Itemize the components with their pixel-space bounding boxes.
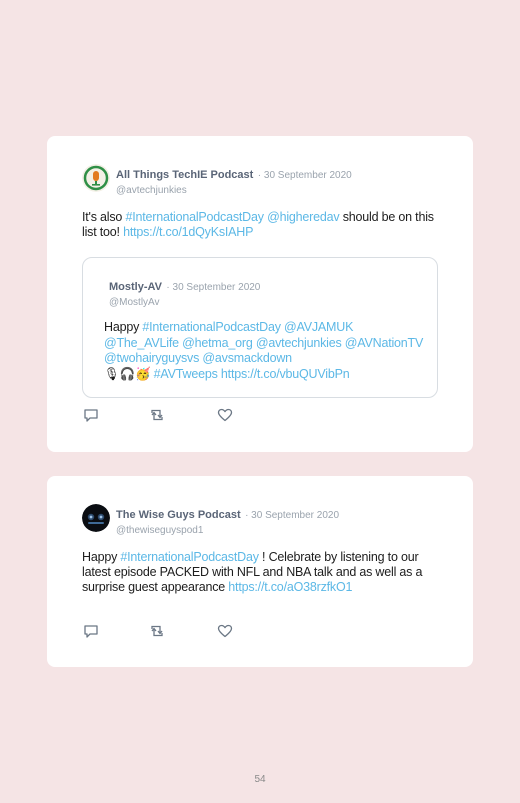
url-link[interactable]: https://t.co/aO38rzfkO1	[228, 580, 352, 594]
podcast-logo-icon	[82, 504, 110, 532]
author-handle[interactable]: @avtechjunkies	[116, 185, 352, 196]
author-handle[interactable]: @thewiseguyspod1	[116, 525, 339, 536]
retweet-icon[interactable]	[149, 408, 165, 422]
avatar[interactable]	[82, 504, 110, 532]
author-name[interactable]: The Wise Guys Podcast	[116, 509, 241, 521]
url-link[interactable]: https://t.co/1dQyKsIAHP	[123, 225, 253, 239]
text-segment: Happy	[104, 320, 143, 334]
text-segment: Happy	[82, 550, 121, 564]
hashtag-link[interactable]: #InternationalPodcastDay	[120, 550, 259, 564]
quoted-date[interactable]: · 30 September 2020	[166, 282, 260, 293]
like-icon[interactable]	[217, 408, 233, 422]
quoted-links[interactable]: #InternationalPodcastDay @AVJAMUK @The_A…	[104, 320, 423, 365]
quoted-tweet[interactable]: Mostly-AV · 30 September 2020 @MostlyAv …	[82, 257, 438, 398]
mention-link[interactable]: @higheredav	[267, 210, 340, 224]
author-meta: All Things TechIE Podcast · 30 September…	[116, 165, 352, 196]
author-name[interactable]: All Things TechIE Podcast	[116, 169, 253, 181]
avatar[interactable]	[82, 164, 110, 192]
reply-icon[interactable]	[83, 408, 99, 422]
quoted-author-name[interactable]: Mostly-AV	[109, 281, 162, 293]
tweet-text: Happy #InternationalPodcastDay ! Celebra…	[82, 550, 442, 595]
author-meta: The Wise Guys Podcast · 30 September 202…	[116, 505, 339, 536]
page-number: 54	[254, 774, 266, 785]
reply-icon[interactable]	[83, 624, 99, 638]
like-icon[interactable]	[217, 624, 233, 638]
hashtag-link[interactable]: #InternationalPodcastDay	[125, 210, 264, 224]
tweet-date[interactable]: · 30 September 2020	[258, 170, 352, 181]
quoted-links-2[interactable]: #AVTweeps https://t.co/vbuQUVibPn	[150, 367, 350, 381]
text-segment: It's also	[82, 210, 126, 224]
quoted-handle[interactable]: @MostlyAv	[109, 297, 260, 308]
emoji-run: 🎙🎧🥳	[104, 366, 151, 381]
tweet-card-wiseguys: The Wise Guys Podcast · 30 September 202…	[47, 476, 473, 667]
tweet-card-techie: All Things TechIE Podcast · 30 September…	[47, 136, 473, 452]
retweet-icon[interactable]	[149, 624, 165, 638]
tweet-date[interactable]: · 30 September 2020	[245, 510, 339, 521]
podcast-logo-icon	[82, 164, 110, 192]
tweet-text: It's also #InternationalPodcastDay @high…	[82, 210, 442, 240]
quoted-text: Happy #InternationalPodcastDay @AVJAMUK …	[104, 320, 424, 382]
quoted-author-meta: Mostly-AV · 30 September 2020 @MostlyAv	[109, 277, 260, 308]
